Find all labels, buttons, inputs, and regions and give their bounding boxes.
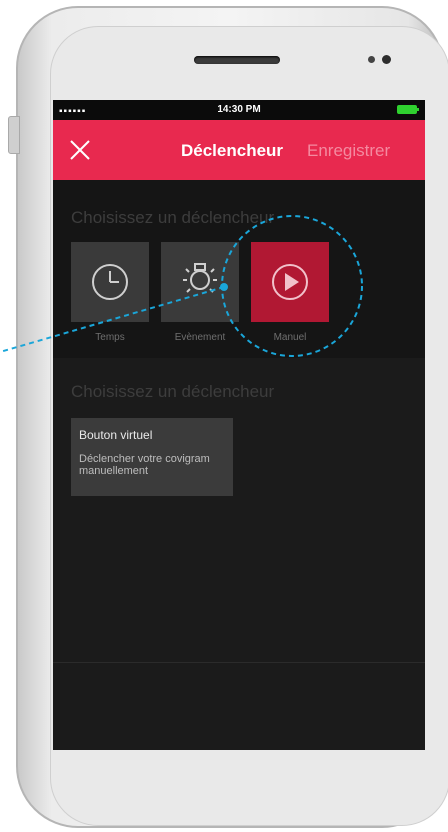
save-button[interactable]: Enregistrer xyxy=(307,141,390,161)
battery-full-icon xyxy=(397,105,419,114)
play-icon xyxy=(272,264,308,300)
trigger-option-label: Manuel xyxy=(273,332,307,343)
close-icon xyxy=(70,140,90,160)
trigger-option-evenement[interactable] xyxy=(161,242,239,322)
clock-icon xyxy=(92,264,128,300)
card-description: Déclencher votre covigram manuellement xyxy=(79,453,210,477)
page-title: Déclencheur xyxy=(181,141,284,160)
status-time: 14:30 PM xyxy=(217,104,261,115)
lightbulb-icon xyxy=(183,263,217,293)
trigger-option-manuel[interactable] xyxy=(251,242,329,322)
phone-speaker xyxy=(194,56,280,64)
virtual-button-card[interactable]: Bouton virtuel Déclencher votre covigram… xyxy=(71,418,233,496)
close-button[interactable] xyxy=(69,139,91,161)
nav-bar: Déclencheur Enregistrer xyxy=(53,120,425,180)
phone-camera xyxy=(382,55,391,64)
second-section-title: Choisissez un déclencheur xyxy=(71,382,275,401)
trigger-option-label: Evènement xyxy=(174,332,226,343)
card-title: Bouton virtuel xyxy=(79,428,153,442)
trigger-section-title: Choisissez un déclencheur xyxy=(71,208,275,227)
status-bar: ▪▪▪▪▪▪ 14:30 PM xyxy=(53,100,425,120)
trigger-option-temps[interactable] xyxy=(71,242,149,322)
divider xyxy=(53,662,425,663)
app-screen: ▪▪▪▪▪▪ 14:30 PM Déclencheur Enregistrer … xyxy=(53,100,425,750)
phone-sensor xyxy=(368,56,375,63)
trigger-option-label: Temps xyxy=(95,332,125,343)
side-button xyxy=(8,116,20,154)
